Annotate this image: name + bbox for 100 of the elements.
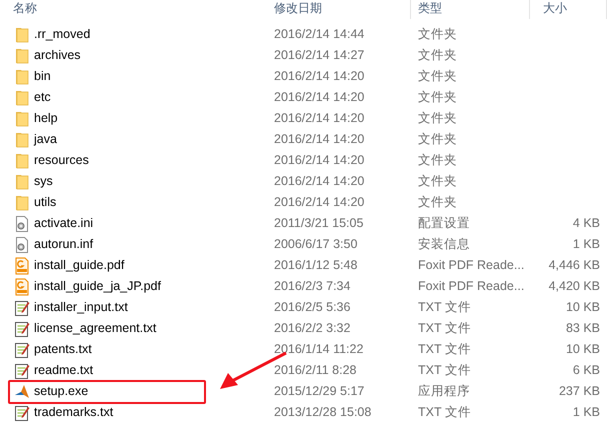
modified-date: 2016/2/14 14:20	[274, 195, 364, 210]
file-name[interactable]: patents.txt	[34, 340, 92, 359]
modified-date: 2016/1/14 11:22	[274, 342, 364, 356]
column-header[interactable]: 修改日期	[274, 1, 322, 15]
file-name[interactable]: readme.txt	[34, 361, 94, 380]
folder-icon	[14, 130, 30, 148]
modified-date: 2016/2/14 14:20	[274, 111, 364, 126]
modified-date: 2016/2/5 5:36	[274, 300, 350, 314]
triangle-app-icon	[14, 382, 30, 400]
file-row[interactable]: bin 2016/2/14 14:20 文件夹	[0, 66, 607, 87]
file-name[interactable]: trademarks.txt	[34, 403, 114, 422]
file-type: 配置设置	[418, 216, 470, 230]
file-name[interactable]: activate.ini	[34, 214, 94, 233]
file-name[interactable]: setup.exe	[34, 382, 88, 401]
modified-date: 2016/1/12 5:48	[274, 258, 358, 272]
file-name[interactable]: utils	[34, 193, 56, 212]
folder-icon	[14, 172, 30, 190]
file-name[interactable]: etc	[34, 88, 51, 107]
text-file-pencil-icon	[14, 362, 30, 380]
column-header[interactable]: 大小	[543, 1, 567, 15]
file-row[interactable]: archives 2016/2/14 14:27 文件夹	[0, 45, 607, 66]
file-name[interactable]: archives	[34, 46, 81, 65]
folder-icon	[14, 46, 30, 64]
file-row[interactable]: trademarks.txt 2013/12/28 15:08 TXT 文件 1 KB	[0, 402, 607, 423]
file-row[interactable]: autorun.inf 2006/6/17 3:50 安装信息 1 KB	[0, 234, 607, 255]
file-type: 文件夹	[418, 48, 457, 62]
modified-date: 2016/2/14 14:20	[274, 153, 364, 168]
file-type: 文件夹	[418, 69, 457, 84]
modified-date: 2016/2/14 14:44	[274, 27, 364, 42]
modified-date: 2013/12/28 15:08	[274, 405, 372, 420]
file-type: 安装信息	[418, 237, 470, 252]
file-type: TXT 文件	[418, 321, 471, 336]
file-name[interactable]: license_agreement.txt	[34, 319, 156, 338]
modified-date: 2006/6/17 3:50	[274, 237, 358, 252]
modified-date: 2016/2/14 14:20	[274, 174, 364, 188]
modified-date: 2016/2/3 7:34	[274, 279, 350, 294]
file-row[interactable]: resources 2016/2/14 14:20 文件夹	[0, 150, 607, 171]
gear-file-icon	[14, 236, 30, 254]
file-size: 1 KB	[572, 237, 600, 252]
modified-date: 2016/2/14 14:27	[274, 48, 364, 62]
file-type: 文件夹	[418, 111, 457, 126]
file-name[interactable]: .rr_moved	[34, 25, 90, 44]
text-file-pencil-icon	[14, 298, 30, 316]
file-name[interactable]: sys	[34, 172, 53, 191]
file-type: TXT 文件	[418, 342, 471, 356]
modified-date: 2016/2/14 14:20	[274, 69, 364, 84]
folder-icon	[14, 26, 30, 44]
file-row[interactable]: install_guide.pdf 2016/1/12 5:48 Foxit PDF Reade... 4,446 KB	[0, 255, 607, 276]
file-row[interactable]: install_guide_ja_JP.pdf 2016/2/3 7:34 Foxit PDF Reade... 4,420 KB	[0, 276, 607, 297]
folder-icon	[14, 68, 30, 86]
file-size: 83 KB	[566, 321, 600, 336]
modified-date: 2015/12/29 5:17	[274, 384, 364, 398]
modified-date: 2016/2/11 8:28	[274, 363, 356, 378]
file-type: 文件夹	[418, 90, 457, 104]
file-row[interactable]: installer_input.txt 2016/2/5 5:36 TXT 文件 10 KB	[0, 297, 607, 318]
column-header[interactable]: 类型	[418, 1, 442, 15]
file-row[interactable]: patents.txt 2016/1/14 11:22 TXT 文件 10 KB	[0, 339, 607, 360]
file-row[interactable]: setup.exe 2015/12/29 5:17 应用程序 237 KB	[0, 381, 607, 402]
file-type: TXT 文件	[418, 300, 471, 314]
file-type: 应用程序	[418, 384, 470, 398]
file-name[interactable]: install_guide_ja_JP.pdf	[34, 277, 161, 296]
file-name[interactable]: autorun.inf	[34, 235, 94, 254]
folder-icon	[14, 88, 30, 106]
file-size: 4 KB	[572, 216, 600, 230]
column-header[interactable]: 名称	[13, 1, 37, 15]
file-name[interactable]: installer_input.txt	[34, 298, 128, 317]
file-row[interactable]: license_agreement.txt 2016/2/2 3:32 TXT 文件 83 KB	[0, 318, 607, 339]
gear-file-icon	[14, 214, 30, 232]
folder-icon	[14, 110, 30, 128]
file-row[interactable]: java 2016/2/14 14:20 文件夹	[0, 129, 607, 150]
file-size: 4,446 KB	[548, 258, 600, 272]
text-file-pencil-icon	[14, 320, 30, 338]
file-name[interactable]: bin	[34, 67, 51, 86]
file-row[interactable]: activate.ini 2011/3/21 15:05 配置设置 4 KB	[0, 213, 607, 234]
file-row[interactable]: .rr_moved 2016/2/14 14:44 文件夹	[0, 24, 607, 45]
file-name[interactable]: install_guide.pdf	[34, 256, 124, 275]
pdf-file-icon	[14, 278, 30, 296]
file-name[interactable]: resources	[34, 151, 89, 170]
file-type: 文件夹	[418, 195, 457, 210]
file-row[interactable]: help 2016/2/14 14:20 文件夹	[0, 108, 607, 129]
file-size: 6 KB	[572, 363, 600, 378]
file-size: 10 KB	[566, 300, 600, 314]
modified-date: 2011/3/21 15:05	[274, 216, 364, 230]
file-type: 文件夹	[418, 153, 457, 168]
file-size: 4,420 KB	[548, 279, 600, 294]
file-name[interactable]: java	[34, 130, 57, 149]
pdf-file-icon	[14, 256, 30, 274]
file-type: 文件夹	[418, 27, 457, 42]
file-row[interactable]: utils 2016/2/14 14:20 文件夹	[0, 192, 607, 213]
text-file-pencil-icon	[14, 340, 30, 358]
modified-date: 2016/2/2 3:32	[274, 321, 350, 336]
file-size: 1 KB	[572, 405, 600, 420]
modified-date: 2016/2/14 14:20	[274, 132, 364, 146]
file-row[interactable]: readme.txt 2016/2/11 8:28 TXT 文件 6 KB	[0, 360, 607, 381]
file-name[interactable]: help	[34, 109, 58, 128]
modified-date: 2016/2/14 14:20	[274, 90, 364, 104]
file-type: TXT 文件	[418, 363, 471, 378]
folder-icon	[14, 194, 30, 212]
file-row[interactable]: etc 2016/2/14 14:20 文件夹	[0, 87, 607, 108]
file-row[interactable]: sys 2016/2/14 14:20 文件夹	[0, 171, 607, 192]
